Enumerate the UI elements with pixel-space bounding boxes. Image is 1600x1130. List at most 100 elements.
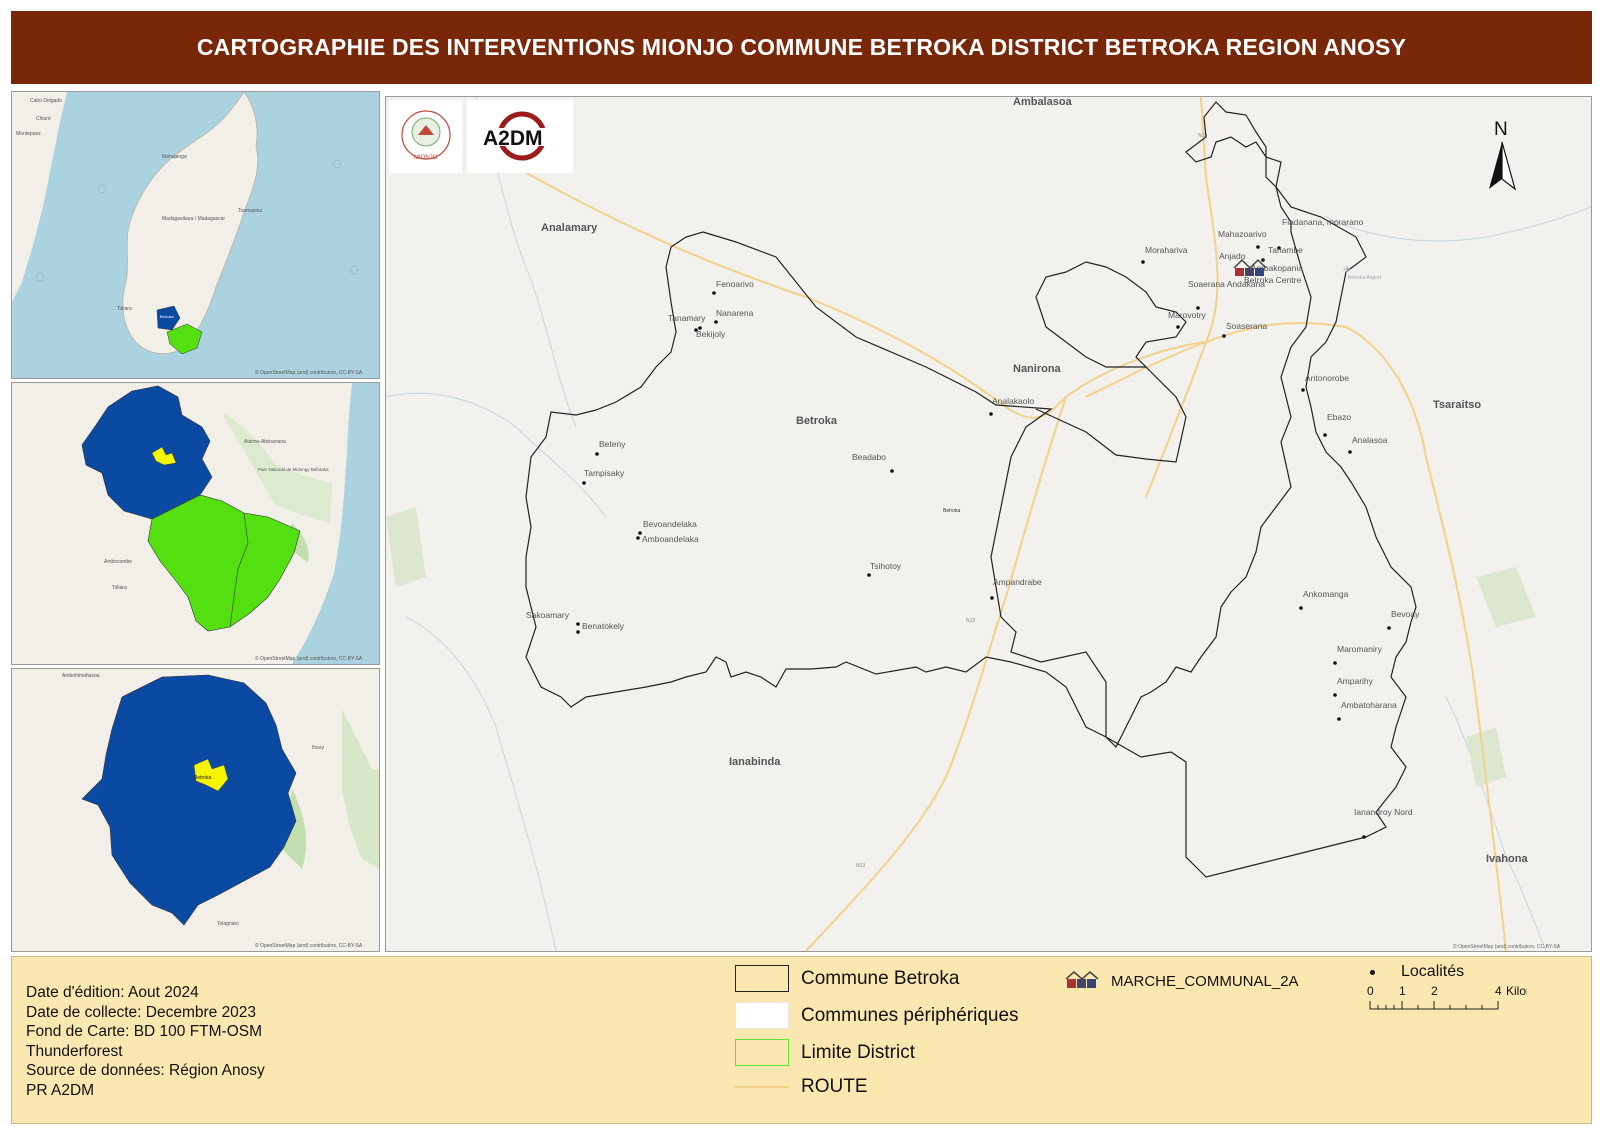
locality-ebazo: Ebazo — [1327, 412, 1351, 422]
a2dm-logo: A2DM — [467, 100, 573, 173]
attribution-inset1: © OpenStreetMap (and) contributors, CC-B… — [255, 369, 363, 376]
locality-tanambe: Tanambe — [1268, 245, 1303, 255]
locality-bevoandelaka: Bevoandelaka — [643, 519, 697, 529]
inset-district[interactable]: Ambohimahasoa Ihosy Tolagnaro Betroka © … — [11, 668, 380, 952]
locality-analakaolo: Analakaolo — [992, 396, 1034, 406]
legend-route: ROUTE — [735, 1076, 868, 1098]
commune-label-tsaraitso: Tsaraitso — [1433, 399, 1481, 411]
locality-ankomanga: Ankomanga — [1303, 589, 1349, 599]
legend-route-swatch — [735, 1086, 789, 1088]
scale-tick-2: 2 — [1431, 984, 1438, 998]
legend-peripheriques: Communes périphériques — [735, 1002, 1019, 1029]
locality-tanamary: Tanamary — [668, 313, 706, 323]
legend-peripheriques-label: Communes périphériques — [801, 1004, 1019, 1026]
scale-unit: Kilometers — [1506, 984, 1527, 998]
legend-marche: MARCHE_COMMUNAL_2A — [1065, 971, 1299, 991]
locality-beteny: Beteny — [599, 439, 626, 449]
label-betroka-inset3: Betroka — [194, 775, 211, 781]
info-pr: PR A2DM — [26, 1081, 95, 1099]
legend-peripheriques-swatch — [735, 1002, 789, 1029]
commune-label-betroka: Betroka — [796, 415, 838, 427]
info-fond: Fond de Carte: BD 100 FTM-OSM — [26, 1023, 263, 1040]
commune-label-ianabinda: Ianabinda — [729, 756, 781, 768]
locality-ianandroy-nord: Ianandroy Nord — [1354, 807, 1413, 817]
label-toliara: Toliara — [117, 306, 132, 312]
label-midongy: Parc National de Midongy Befotaka — [258, 467, 329, 472]
legend-route-label: ROUTE — [801, 1076, 868, 1097]
legend-panel: Date d'édition: Aout 2024 Date de collec… — [11, 956, 1592, 1124]
locality-analasoa: Analasoa — [1352, 435, 1388, 445]
locality-soaerana-andakana: Soaerana Andakana — [1188, 279, 1265, 289]
inset-madagascar[interactable]: Cabo Delgado Chiuré Montepuez Mahajanga … — [11, 91, 380, 379]
locality-bekijoly: Bekijoly — [696, 329, 726, 339]
airport-icon: ✈ — [1343, 265, 1351, 276]
town-label-betroka: Betroka — [943, 508, 960, 514]
attribution-inset3: © OpenStreetMap (and) contributors, CC-B… — [255, 942, 363, 949]
legend-commune-swatch — [735, 965, 789, 992]
locality-marovotry: Marovotry — [1168, 310, 1207, 320]
info-edition: Date d'édition: Aout 2024 — [26, 984, 199, 1001]
mionjo-logo: MIONJO — [389, 100, 462, 173]
scale-bar: 0 1 2 4 Kilometers — [1367, 979, 1563, 1024]
legend-district: Limite District — [735, 1039, 915, 1066]
marche-icon — [1065, 971, 1099, 988]
commune-label-analamary: Analamary — [541, 222, 598, 234]
locality-tsihotoy: Tsihotoy — [870, 561, 902, 571]
label-chiure: Chiuré — [36, 116, 51, 122]
info-source: Source de données: Région Anosy — [26, 1062, 265, 1079]
a2dm-logo-text: A2DM — [483, 127, 543, 150]
commune-label-nanirona: Nanirona — [1013, 363, 1062, 375]
locality-bevoay: Bevoay — [1391, 609, 1420, 619]
scale-tick-0: 0 — [1367, 984, 1374, 998]
scale-tick-4: 4 — [1495, 984, 1502, 998]
locality-tampisaky: Tampisaky — [584, 468, 625, 478]
label-cabo-delgado: Cabo Delgado — [30, 98, 62, 104]
label-ambohimahasoa: Ambohimahasoa — [62, 673, 100, 679]
main-map[interactable]: N13 N13 N13 MIONJO A2DM N Ambalasoa Anal… — [385, 96, 1592, 952]
road-label-n13-1: N13 — [966, 618, 975, 624]
label-toamasina: Toamasina — [238, 208, 262, 214]
label-madagascar: Madagasikara / Madagascar — [162, 216, 225, 222]
locality-nanarena: Nanarena — [716, 308, 754, 318]
locality-maromaniry: Maromaniry — [1337, 644, 1383, 654]
info-collecte: Date de collecte: Decembre 2023 — [26, 1003, 257, 1021]
scale-tick-1: 1 — [1399, 984, 1406, 998]
locality-morahariva: Morahariva — [1145, 245, 1188, 255]
legend-marche-label: MARCHE_COMMUNAL_2A — [1111, 972, 1299, 990]
airport-label: Betroka Airport — [1348, 275, 1382, 281]
map-title: CARTOGRAPHIE DES INTERVENTIONS MIONJO CO… — [196, 34, 1407, 60]
label-ihosy: Ihosy — [312, 745, 324, 751]
inset-region[interactable]: Atsimo-Atsinanana Parc National de Midon… — [11, 382, 380, 665]
info-fond2: Thunderforest — [26, 1042, 123, 1060]
label-mahajanga: Mahajanga — [162, 154, 187, 160]
label-atsimo: Atsimo-Atsinanana — [244, 439, 286, 445]
attribution-inset2: © OpenStreetMap (and) contributors, CC-B… — [255, 655, 363, 662]
locality-ampandrabe: Ampandrabe — [993, 577, 1042, 587]
legend-commune-label: Commune Betroka — [801, 967, 960, 989]
label-toliara-inset2: Toliara — [112, 585, 127, 591]
north-arrow-label: N — [1494, 119, 1508, 140]
commune-label-ivahona: Ivahona — [1486, 853, 1528, 865]
legend-commune: Commune Betroka — [735, 965, 959, 992]
legend-district-label: Limite District — [801, 1041, 916, 1063]
road-label-n13-2: N13 — [856, 863, 865, 869]
locality-beadabo: Beadabo — [852, 452, 886, 462]
attribution-main: © OpenStreetMap (and) contributors, CC-B… — [1453, 943, 1561, 950]
label-tolagnaro: Tolagnaro — [217, 921, 239, 927]
locality-mahazoarivo: Mahazoarivo — [1218, 229, 1267, 239]
legend-district-swatch — [735, 1039, 789, 1066]
mionjo-logo-text: MIONJO — [414, 155, 438, 161]
commune-label-ambalasoa: Ambalasoa — [1013, 97, 1073, 108]
label-ambovombe: Ambovombe — [104, 559, 132, 565]
locality-ambatoharana: Ambatoharana — [1341, 700, 1397, 710]
title-bar: CARTOGRAPHIE DES INTERVENTIONS MIONJO CO… — [11, 11, 1592, 84]
locality-fiadanana: Fiadanana, morarano — [1282, 217, 1364, 227]
locality-amparihy: Amparihy — [1337, 676, 1374, 686]
map-info: Date d'édition: Aout 2024 Date de collec… — [26, 983, 265, 1100]
locality-sakoamary: Sakoamary — [526, 610, 570, 620]
locality-dot-icon — [1370, 969, 1375, 975]
label-montepuez: Montepuez — [16, 131, 41, 137]
locality-antonorobe: Antonorobe — [1305, 373, 1349, 383]
locality-amboandelaka: Amboandelaka — [642, 534, 699, 544]
label-betroka-inset1: Betroka — [160, 314, 175, 319]
